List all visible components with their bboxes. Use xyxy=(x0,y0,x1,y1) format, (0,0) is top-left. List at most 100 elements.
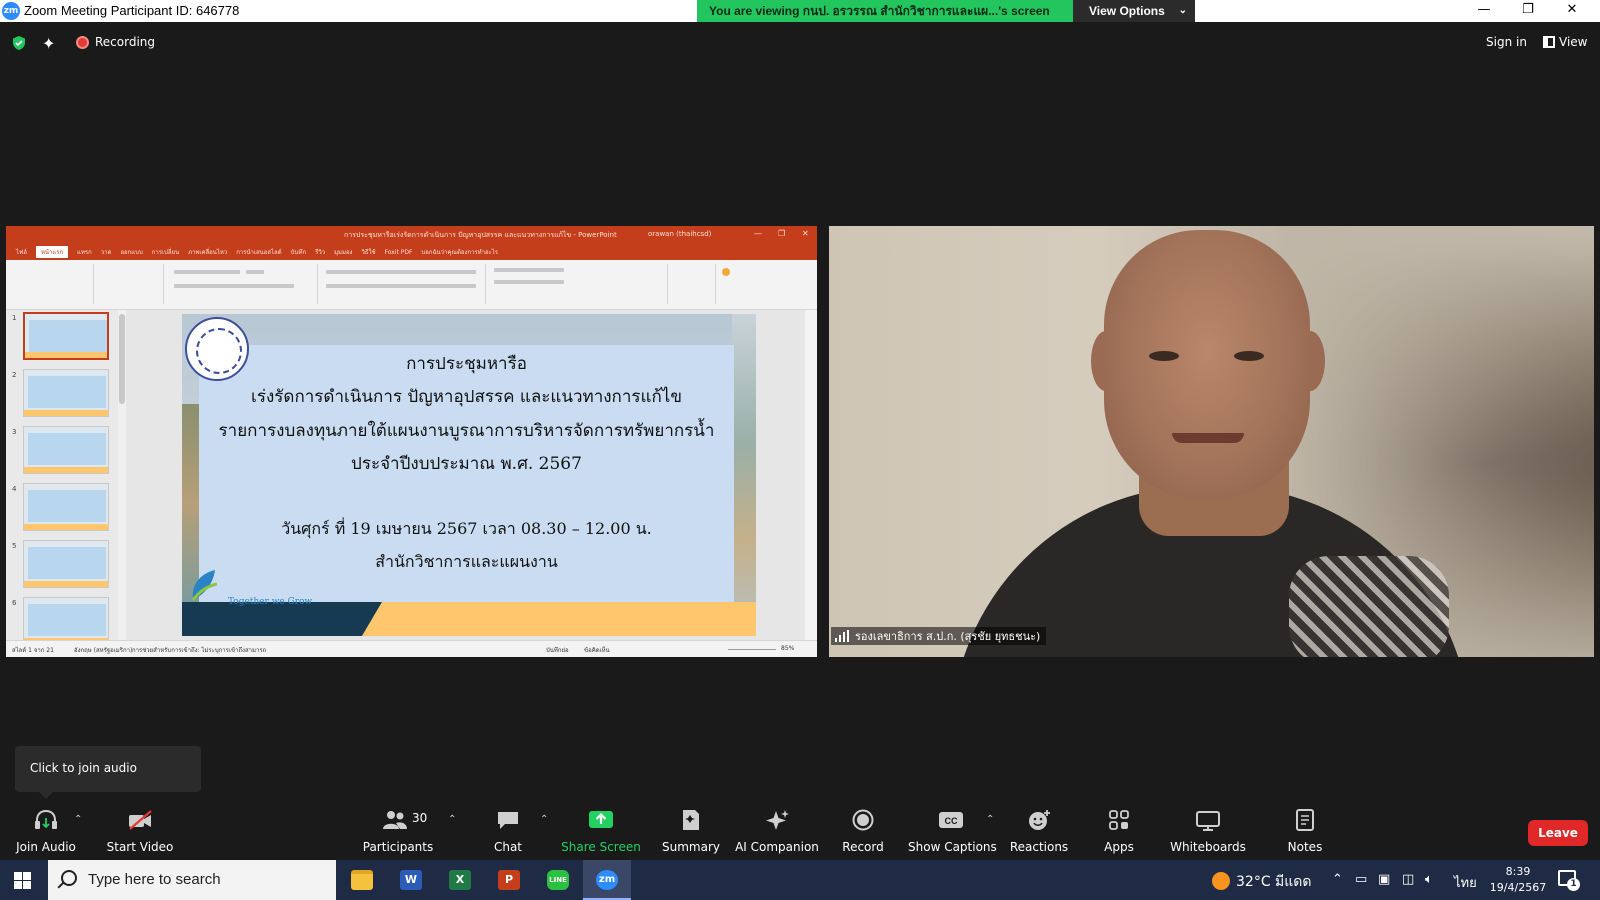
apps-button[interactable]: Apps xyxy=(1088,800,1150,860)
ppt-tab: Foxit PDF xyxy=(384,248,413,256)
file-explorer-app[interactable] xyxy=(338,860,386,900)
ppt-tab: วาด xyxy=(100,249,112,256)
taskbar-search-box[interactable]: Type here to search xyxy=(48,860,336,900)
recording-label: Recording xyxy=(95,35,156,49)
leave-meeting-button[interactable]: Leave xyxy=(1528,820,1588,846)
video-off-icon xyxy=(129,810,152,830)
display-icon[interactable]: ◫ xyxy=(1402,872,1414,887)
audio-options-caret-icon[interactable]: ⌃ xyxy=(74,814,82,825)
word-app[interactable]: W xyxy=(387,860,435,900)
record-button[interactable]: Record xyxy=(832,800,894,860)
participant-name: รองเลขาธิการ ส.ป.ก. (สุรชัย ยุทธชนะ) xyxy=(855,630,1041,643)
ribbon-slides-group xyxy=(96,264,164,304)
file-explorer-icon xyxy=(351,870,373,890)
slide-counter: สไลด์ 1 จาก 21 xyxy=(12,647,54,654)
meeting-toolbar: Join Audio ⌃ Start Video 30 Participants… xyxy=(0,800,1600,860)
notifications-icon[interactable]: 1 xyxy=(1558,870,1580,891)
input-language[interactable]: ไทย xyxy=(1454,872,1477,893)
participant-head xyxy=(1104,230,1310,500)
reactions-label: Reactions xyxy=(1009,840,1069,854)
thumbnail-number: 6 xyxy=(12,599,17,607)
show-captions-button[interactable]: CC Show Captions ⌃ xyxy=(908,800,997,860)
volume-icon[interactable]: 🔈︎ xyxy=(1425,872,1433,887)
thumbnail-number: 3 xyxy=(12,428,17,436)
view-button[interactable]: View xyxy=(1559,35,1587,49)
view-layout-icon[interactable] xyxy=(1543,36,1555,48)
comments-status: ข้อคิดเห็น xyxy=(584,647,610,654)
tray-overflow-icon[interactable]: ⌃ xyxy=(1332,872,1343,887)
paragraph-row-2 xyxy=(326,284,476,288)
zoom-app[interactable]: zm xyxy=(583,860,631,900)
view-options-button[interactable]: View Options ⌄ xyxy=(1073,0,1195,22)
participants-caret-icon[interactable]: ⌃ xyxy=(448,814,456,825)
restore-button[interactable]: ❐ xyxy=(1506,0,1550,22)
start-video-button[interactable]: Start Video xyxy=(100,800,180,860)
ppt-tab: บอกฉันว่าคุณต้องการทำอะไร xyxy=(421,249,499,256)
ppt-tab: บันทึก xyxy=(290,249,307,256)
chat-caret-icon[interactable]: ⌃ xyxy=(540,814,548,825)
ppt-tab: ภาพเคลื่อนไหว xyxy=(188,249,228,256)
notes-button[interactable]: Notes xyxy=(1276,800,1334,860)
close-window-button[interactable]: ✕ xyxy=(1550,0,1594,22)
join-audio-button[interactable]: Join Audio ⌃ xyxy=(8,800,84,860)
recording-dot-icon xyxy=(76,36,89,49)
word-icon: W xyxy=(400,870,422,890)
slide-thumbnail xyxy=(23,426,109,474)
slide-photo-right xyxy=(732,314,756,636)
sign-in-link[interactable]: Sign in xyxy=(1486,35,1527,49)
ai-companion-button[interactable]: AI Companion xyxy=(734,800,820,860)
chat-label: Chat xyxy=(493,840,523,854)
ribbon-editing-group xyxy=(670,264,716,304)
weather-status[interactable]: 32°C มีแดด xyxy=(1236,871,1311,893)
font-format-row xyxy=(174,284,294,288)
windows-start-icon[interactable] xyxy=(14,872,31,889)
powerpoint-icon: P xyxy=(498,870,520,890)
zoom-app-icon: zm xyxy=(596,870,618,890)
captions-caret-icon[interactable]: ⌃ xyxy=(986,814,994,825)
minimize-button[interactable]: — xyxy=(1462,0,1506,22)
powerpoint-app[interactable]: P xyxy=(485,860,533,900)
summary-button[interactable]: Summary xyxy=(656,800,726,860)
share-banner-text: You are viewing กนป. อรวรรณ สำนักวิชาการ… xyxy=(697,0,1073,22)
slide-thumbnail-pane: 1 2 3 4 5 6 xyxy=(6,310,126,645)
taskbar-clock[interactable]: 8:39 19/4/2567 xyxy=(1482,864,1554,896)
slide-thumbnail xyxy=(23,540,109,588)
summary-label: Summary xyxy=(662,840,720,854)
reactions-button[interactable]: Reactions xyxy=(1004,800,1074,860)
participant-name-tag: รองเลขาธิการ ส.ป.ก. (สุรชัย ยุทธชนะ) xyxy=(831,627,1047,645)
headphones-icon xyxy=(35,809,57,829)
ai-companion-sparkle-icon xyxy=(766,810,789,830)
thumbnail-number: 2 xyxy=(12,371,17,379)
show-captions-label: Show Captions xyxy=(908,840,997,854)
ppt-status-bar: สไลด์ 1 จาก 21 อังกฤษ (สหรัฐอเมริกา) การ… xyxy=(6,640,817,657)
ppt-title-bar: การประชุมหารือเร่งรัดการดำเนินการ ปัญหาอ… xyxy=(6,226,817,244)
thumbnail-number: 5 xyxy=(12,542,17,550)
join-audio-tooltip[interactable]: Click to join audio xyxy=(15,746,201,799)
notes-icon xyxy=(1296,809,1314,831)
network-icon[interactable]: ▣ xyxy=(1378,872,1390,887)
whiteboards-label: Whiteboards xyxy=(1170,840,1246,854)
language-status: อังกฤษ (สหรัฐอเมริกา) xyxy=(74,647,133,654)
excel-app[interactable]: X xyxy=(436,860,484,900)
slide-scrollbar xyxy=(805,310,817,640)
chat-button[interactable]: Chat ⌃ xyxy=(478,800,548,860)
whiteboards-button[interactable]: Whiteboards xyxy=(1166,800,1250,860)
ppt-user: orawan (thaihcsd) xyxy=(648,230,712,238)
presentation-slide: การประชุมหารือ เร่งรัดการดำเนินการ ปัญหา… xyxy=(182,314,756,636)
start-video-label: Start Video xyxy=(106,840,174,854)
clock-time: 8:39 xyxy=(1505,865,1531,878)
accessibility-status: การช่วยสำหรับการเข้าถึง: ไม่ระบุการเข้าถ… xyxy=(132,647,267,654)
line-app[interactable]: LINE xyxy=(534,860,582,900)
excel-icon: X xyxy=(449,870,471,890)
ai-sparkle-icon[interactable]: ✦ xyxy=(42,34,55,53)
meet-now-icon[interactable]: ▭ xyxy=(1355,872,1367,887)
thumbnail-scrollbar xyxy=(118,310,126,640)
security-shield-icon[interactable] xyxy=(11,35,27,51)
participant-video-tile[interactable]: รองเลขาธิการ ส.ป.ก. (สุรชัย ยุทธชนะ) xyxy=(829,226,1594,657)
share-screen-button[interactable]: Share Screen xyxy=(560,800,642,860)
slide-thumbnail xyxy=(23,483,109,531)
participants-button[interactable]: 30 Participants ⌃ xyxy=(356,800,456,860)
participants-icon xyxy=(383,811,407,829)
ppt-minimize-icon: — xyxy=(754,229,762,238)
share-screen-icon xyxy=(589,811,613,828)
